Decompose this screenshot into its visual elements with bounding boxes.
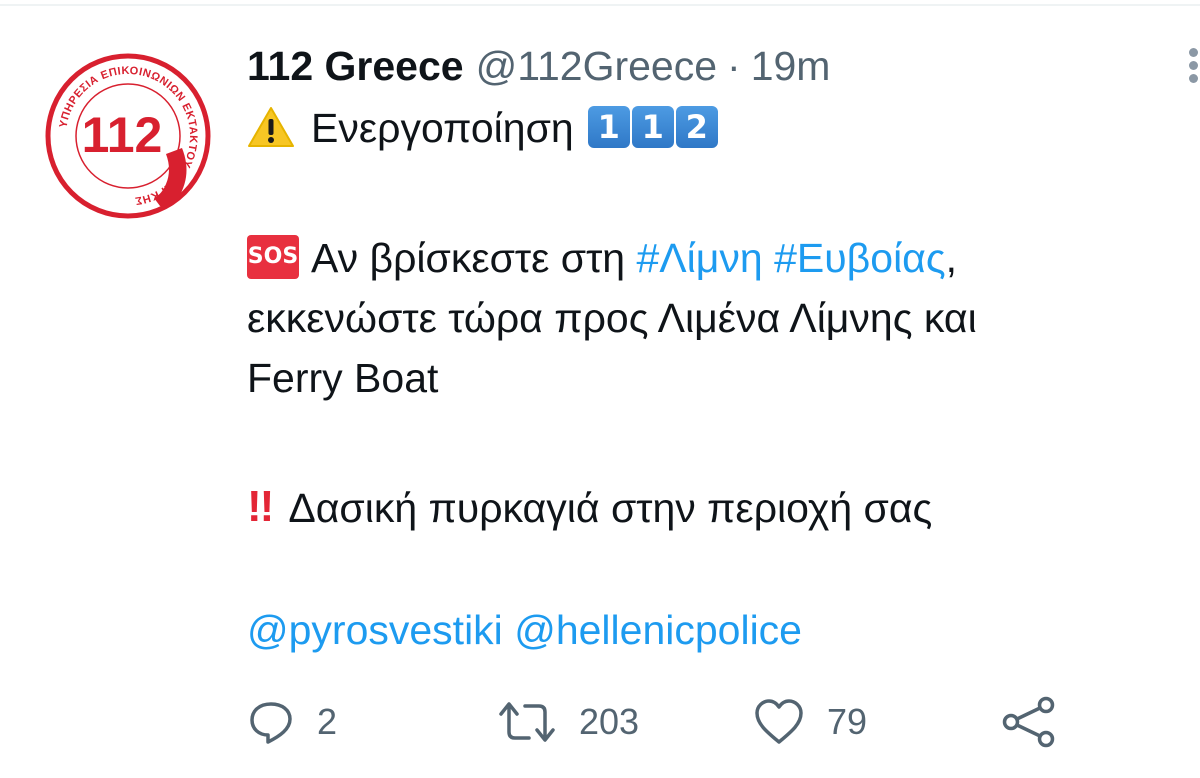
- avatar-number: 112: [82, 107, 163, 163]
- hashtag-link[interactable]: #Λίμνη: [636, 235, 762, 281]
- header-separator: ·: [727, 43, 741, 89]
- like-count: 79: [827, 701, 868, 742]
- keycap-digit-icon: 1: [631, 106, 674, 149]
- share-icon: [1002, 696, 1055, 748]
- tweet-text: ,: [945, 235, 958, 281]
- author-handle[interactable]: @112Greece: [476, 40, 717, 92]
- tweet-header: 112 Greece @112Greece · 19m: [247, 40, 830, 92]
- share-button[interactable]: [1000, 690, 1058, 754]
- tweet-line-warning: !! Δασική πυρκαγιά στην περιοχή σας: [247, 482, 932, 537]
- mention-link[interactable]: @hellenicpolice: [514, 607, 802, 653]
- top-divider: [0, 4, 1200, 6]
- retweet-icon: [499, 702, 555, 742]
- activation-text: Ενεργοποίηση: [311, 105, 574, 151]
- more-options-icon[interactable]: [1183, 48, 1200, 88]
- mention-link[interactable]: @pyrosvestiki: [247, 607, 503, 653]
- retweet-count: 203: [579, 701, 640, 742]
- keycap-digit-icon: 1: [587, 106, 630, 149]
- tweet-line-activation: Ενεργοποίηση 1 1 2: [247, 102, 718, 154]
- hashtag-link[interactable]: #Ευβοίας: [774, 235, 946, 281]
- tweet-text: Δασική πυρκαγιά στην περιοχή σας: [288, 485, 933, 531]
- author-name[interactable]: 112 Greece: [247, 40, 464, 92]
- tweet-text: εκκενώστε τώρα προς Λιμένα Λίμνης και: [247, 295, 977, 341]
- reply-icon: [250, 702, 292, 744]
- reply-count: 2: [317, 701, 338, 742]
- tweet-text: Ferry Boat: [247, 355, 439, 401]
- text-space: [503, 607, 514, 653]
- tweet-line-location: SOS Αν βρίσκεστε στη #Λίμνη #Ευβοίας,: [247, 232, 957, 284]
- like-button[interactable]: 79: [753, 690, 867, 754]
- retweet-button[interactable]: 203: [497, 690, 639, 754]
- avatar[interactable]: ΥΠΗΡΕΣΙΑ ΕΠΙΚΟΙΝΩΝΙΩΝ ΕΚΤΑΚΤΟΥ ΑΝΑΓΚΗΣ 1…: [44, 52, 212, 220]
- tweet-actions: 2 203 79: [0, 690, 1200, 754]
- tweet-timestamp[interactable]: 19m: [751, 40, 831, 92]
- reply-button[interactable]: 2: [247, 690, 337, 754]
- keycap-digit-icon: 2: [675, 106, 718, 149]
- warning-icon: [248, 107, 294, 148]
- avatar-logo-icon: ΥΠΗΡΕΣΙΑ ΕΠΙΚΟΙΝΩΝΙΩΝ ΕΚΤΑΚΤΟΥ ΑΝΑΓΚΗΣ 1…: [45, 53, 211, 219]
- text-space: [763, 235, 774, 281]
- double-exclamation-icon: !!: [247, 482, 274, 532]
- sos-icon: SOS: [247, 235, 299, 280]
- tweet-text: Αν βρίσκεστε στη: [311, 235, 637, 281]
- heart-icon: [755, 699, 803, 744]
- tweet-line-mentions: @pyrosvestiki @hellenicpolice: [247, 604, 802, 656]
